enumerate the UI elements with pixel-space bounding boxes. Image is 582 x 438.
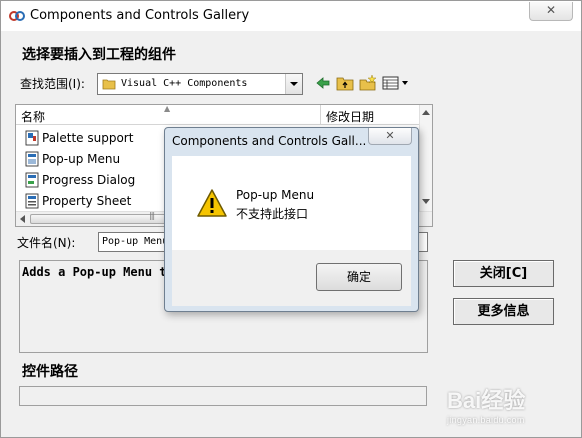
column-header-date[interactable]: 修改日期	[326, 108, 374, 125]
watermark-text: Bai经验	[447, 388, 526, 413]
vertical-scrollbar[interactable]	[419, 105, 432, 212]
watermark: Bai经验 jingyan.baidu.com	[447, 383, 575, 427]
back-arrow-icon[interactable]	[314, 75, 332, 91]
scroll-down-icon[interactable]	[422, 199, 430, 204]
filename-label: 文件名(N):	[17, 236, 76, 250]
list-item-label: Property Sheet	[42, 194, 132, 208]
lookin-dropdown[interactable]: Visual C++ Components	[97, 73, 303, 95]
watermark-subtext: jingyan.baidu.com	[447, 415, 525, 425]
dialog-title: Components and Controls Gall...	[172, 134, 367, 148]
component-icon	[25, 151, 39, 167]
lookin-value: Visual C++ Components	[121, 78, 248, 89]
more-info-button[interactable]: 更多信息	[453, 298, 554, 325]
window-title: Components and Controls Gallery	[30, 8, 250, 23]
dialog-message-detail: 不支持此接口	[236, 207, 309, 221]
window-close-button[interactable]: ✕	[529, 2, 573, 21]
description-text: Adds a Pop-up Menu to	[22, 265, 174, 279]
list-item-label: Palette support	[42, 131, 134, 145]
component-icon	[25, 130, 39, 146]
ok-button[interactable]: 确定	[316, 263, 402, 291]
dialog-close-button[interactable]: ✕	[368, 128, 412, 145]
list-item-label: Pop-up Menu	[42, 152, 121, 166]
dialog-message-title: Pop-up Menu	[236, 188, 315, 202]
app-icon	[9, 11, 25, 21]
chevron-down-icon[interactable]	[285, 74, 302, 94]
component-icon	[25, 172, 39, 188]
folder-icon	[102, 79, 116, 90]
warning-icon	[197, 189, 227, 217]
path-label: 控件路径	[22, 364, 78, 380]
component-icon	[25, 193, 39, 209]
sort-caret-icon: ▲	[164, 104, 171, 113]
list-item-label: Progress Dialog	[42, 173, 136, 187]
close-button[interactable]: 关闭[C]	[453, 260, 554, 287]
page-heading: 选择要插入到工程的组件	[22, 47, 176, 63]
column-header-name[interactable]: 名称	[21, 108, 45, 125]
scroll-left-icon[interactable]	[20, 215, 25, 223]
up-folder-icon[interactable]	[336, 75, 354, 91]
path-field	[19, 386, 427, 406]
scroll-up-icon[interactable]	[422, 110, 430, 115]
view-menu-icon[interactable]	[382, 75, 410, 91]
new-folder-icon[interactable]	[359, 75, 377, 91]
list-header: ▲ 名称 修改日期	[16, 104, 420, 125]
column-divider[interactable]	[320, 105, 321, 125]
title-bar: Components and Controls Gallery ✕	[1, 1, 581, 31]
lookin-label: 查找范围(I):	[20, 77, 85, 91]
filename-value: Pop-up Menu	[102, 236, 169, 247]
error-dialog: Components and Controls Gall... ✕ Pop-up…	[164, 127, 419, 312]
